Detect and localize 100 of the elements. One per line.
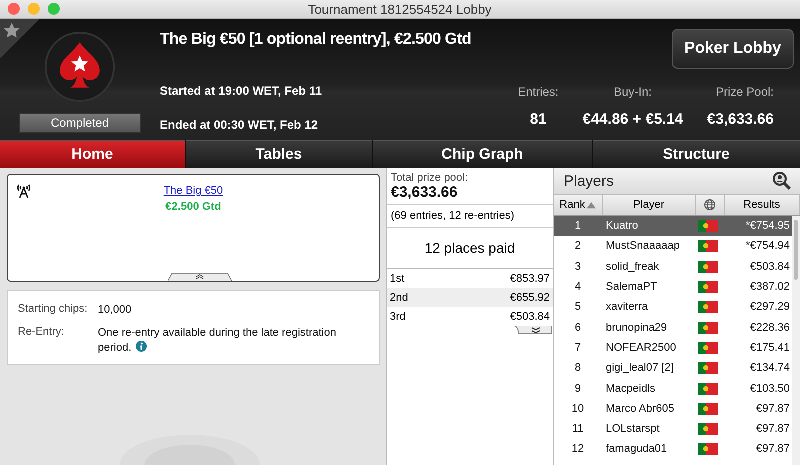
rank-column-header[interactable]: Rank — [554, 195, 603, 215]
stat-label: Prize Pool: — [716, 85, 774, 99]
flag-icon — [698, 382, 718, 395]
player-name: brunopina29 — [605, 322, 668, 334]
rank-cell-text: 5 — [574, 301, 582, 314]
entries-summary: (69 entries, 12 re-entries) — [387, 205, 553, 228]
flag-icon — [698, 260, 718, 273]
prize-pool-total: €3,633.66 — [391, 184, 459, 201]
star-icon[interactable] — [0, 19, 40, 59]
player-name: LOLstarspt — [605, 423, 661, 436]
flag-icon — [698, 362, 718, 374]
player-row[interactable]: 5 xaviterra €297.29 — [554, 297, 792, 318]
rank-cell-text: 12 — [570, 443, 586, 456]
result-cell-text: €297.29 — [749, 301, 791, 314]
result-cell-text: €503.84 — [749, 260, 791, 273]
result-cell-text: *€754.95 — [744, 220, 791, 232]
rank-cell-text: 2 — [574, 240, 582, 252]
flag-icon — [698, 220, 718, 232]
flag-icon — [698, 423, 718, 436]
result-cell-text: €97.87 — [755, 443, 791, 456]
result-cell-text: €228.36 — [749, 322, 791, 334]
player-name: Marco Abr605 — [605, 402, 676, 415]
guarantee-text: €2.500 Gtd — [166, 201, 222, 213]
flag-icon — [698, 342, 718, 354]
player-row[interactable]: 6 brunopina29 €228.36 — [554, 317, 792, 338]
window-title: Tournament 1812554524 Lobby — [308, 2, 492, 16]
payout-place: 1st — [390, 272, 405, 284]
rank-cell-text: 3 — [574, 260, 582, 273]
tab[interactable]: Tables — [186, 140, 372, 168]
start-time: Started at 19:00 WET, Feb 11 — [160, 84, 324, 98]
scrollbar-thumb[interactable] — [794, 220, 798, 280]
end-time: Ended at 00:30 WET, Feb 12 — [160, 118, 320, 132]
status-ribbon: Completed — [19, 113, 141, 133]
flag-icon — [698, 281, 718, 294]
tournament-link[interactable]: The Big €50 — [164, 185, 224, 197]
search-icon[interactable] — [772, 171, 792, 191]
tab[interactable]: Structure — [593, 140, 800, 168]
player-row[interactable]: 8 gigi_leal07 [2] €134.74 — [554, 358, 792, 378]
rank-cell-text: 8 — [574, 362, 582, 374]
detail-value: 10,000 — [98, 303, 133, 318]
globe-icon[interactable] — [704, 199, 716, 211]
expand-tab-icon[interactable] — [514, 326, 552, 336]
rank-cell-text: 11 — [571, 423, 585, 436]
payout-place: 2nd — [390, 292, 408, 304]
rank-cell-text: 1 — [574, 220, 582, 232]
rank-cell-text: 9 — [574, 382, 582, 395]
rank-cell-text: 4 — [574, 281, 582, 294]
player-row[interactable]: 4 SalemaPT €387.02 — [554, 276, 792, 298]
flag-icon — [698, 322, 718, 334]
stat-value: €3,633.66 — [707, 111, 774, 128]
stat-value: 81 — [530, 111, 547, 128]
stat-label: Entries: — [518, 85, 559, 99]
players-heading: Players — [563, 172, 614, 190]
result-cell-text: €97.87 — [755, 402, 791, 415]
player-name: SalemaPT — [605, 281, 658, 294]
tab[interactable]: Chip Graph — [373, 140, 592, 168]
rank-cell-text: 10 — [570, 402, 586, 415]
tournament-title: The Big €50 [1 optional reentry], €2.500 Gtd — [160, 31, 472, 49]
payout-amount: €853.97 — [510, 272, 550, 284]
detail-label: Starting chips: — [18, 303, 89, 317]
result-cell-text: *€754.94 — [744, 240, 791, 252]
player-name: NOFEAR2500 — [605, 342, 678, 354]
flag-icon — [698, 301, 718, 314]
tab[interactable]: Home — [0, 140, 185, 168]
player-name: solid_freak — [605, 260, 660, 273]
stat-label: Buy-In: — [614, 85, 652, 99]
poker-lobby-button[interactable]: Poker Lobby — [672, 29, 794, 69]
result-cell-text: €134.74 — [749, 362, 791, 374]
payout-amount: €655.92 — [510, 292, 550, 304]
flag-icon — [698, 240, 718, 252]
results-column-header[interactable]: Results — [725, 195, 800, 215]
player-row[interactable]: 7 NOFEAR2500 €175.41 — [554, 338, 792, 358]
spade-logo-icon — [44, 31, 116, 103]
player-row[interactable]: 10 Marco Abr605 €97.87 — [554, 398, 792, 419]
info-icon[interactable] — [136, 341, 147, 352]
player-name: MustSnaaaaap — [605, 240, 681, 252]
detail-value: One re-entry available during the late registration period. — [98, 326, 338, 356]
player-name: Kuatro — [605, 220, 640, 232]
player-row[interactable]: 12 famaguda01 €97.87 — [554, 439, 792, 460]
player-row[interactable]: 9 Macpeidls €103.50 — [554, 378, 792, 399]
result-cell-text: €97.87 — [755, 423, 791, 436]
collapse-tab-icon[interactable] — [168, 272, 232, 282]
stat-value: €44.86 + €5.14 — [582, 111, 684, 128]
player-row[interactable]: 2 MustSnaaaaap *€754.94 — [554, 236, 792, 257]
player-column-header[interactable]: Player — [603, 195, 696, 215]
player-name: Macpeidls — [605, 382, 657, 395]
rank-cell-text: 7 — [574, 342, 582, 354]
player-name: gigi_leal07 [2] — [605, 362, 675, 374]
result-cell-text: €103.50 — [749, 382, 791, 395]
player-row[interactable]: 11 LOLstarspt €97.87 — [554, 418, 792, 440]
player-row[interactable]: 1 Kuatro *€754.95 — [554, 216, 792, 236]
sort-ascending-icon — [587, 202, 596, 208]
player-row[interactable]: 3 solid_freak €503.84 — [554, 256, 792, 277]
payout-place: 3rd — [390, 310, 406, 322]
result-cell-text: €387.02 — [749, 281, 791, 294]
player-name: famaguda01 — [605, 443, 668, 456]
rank-cell-text: 6 — [574, 322, 582, 334]
flag-icon — [698, 402, 718, 415]
flag-icon — [698, 443, 718, 456]
detail-label: Re-Entry: — [18, 326, 66, 340]
